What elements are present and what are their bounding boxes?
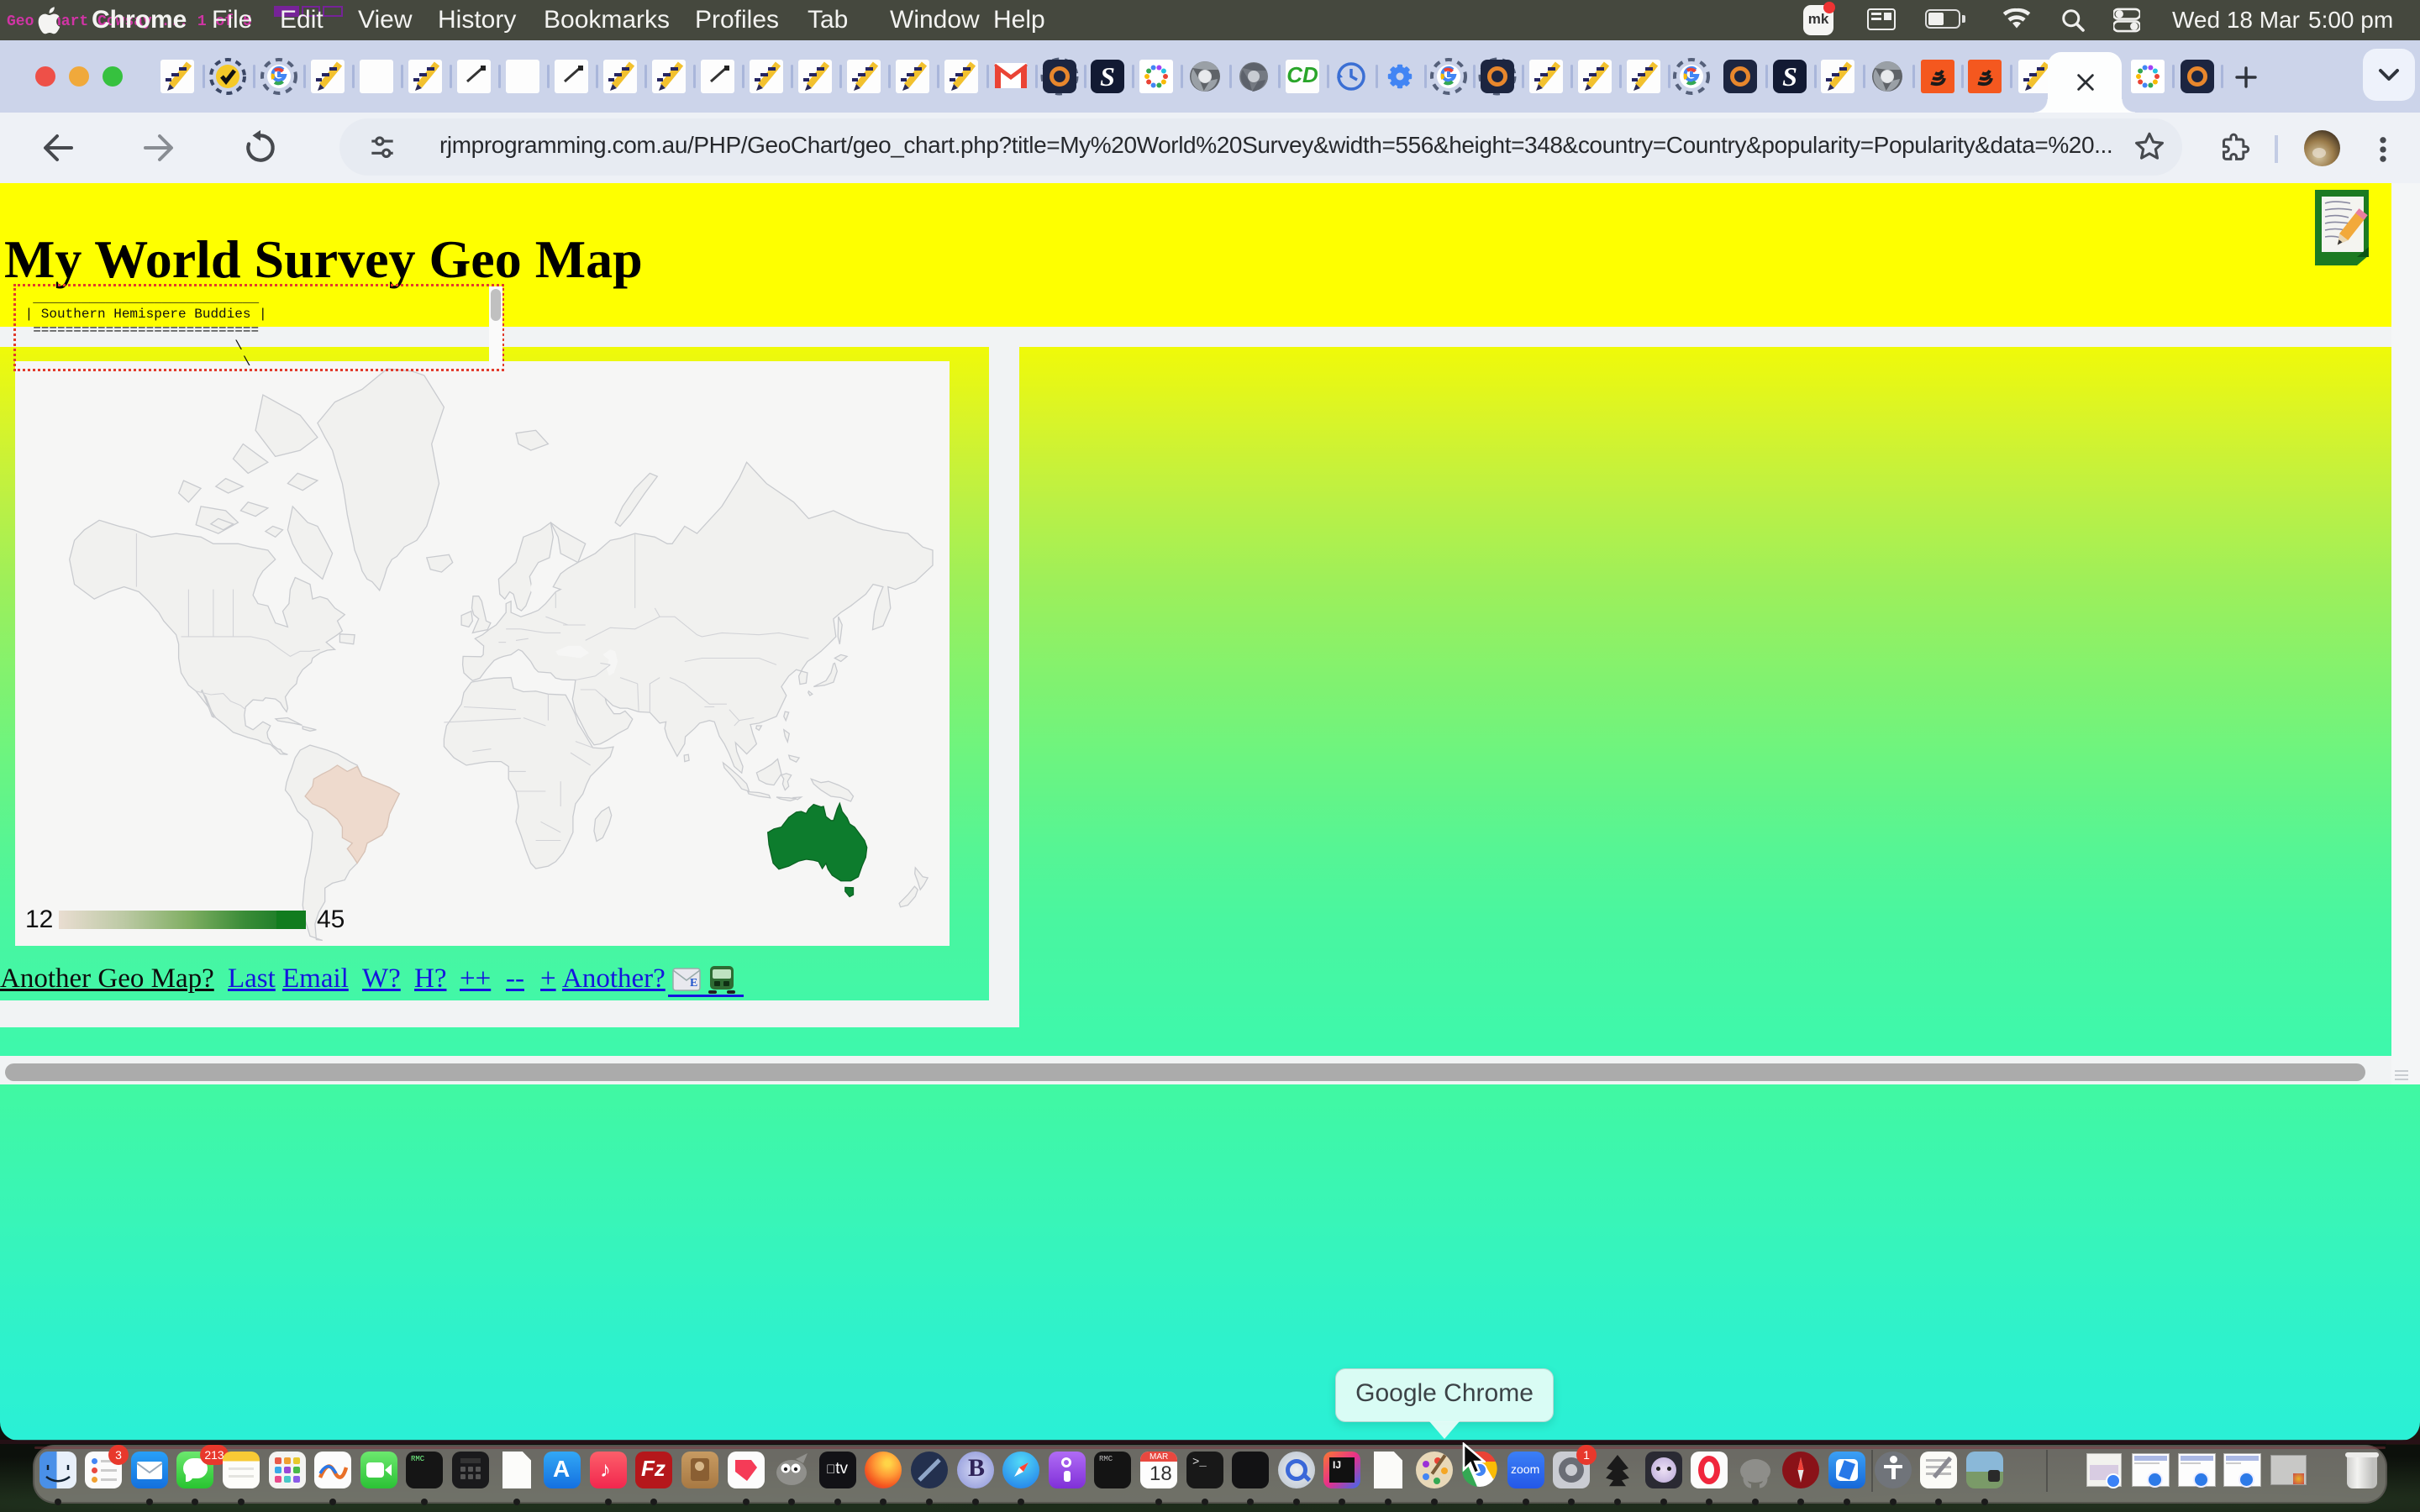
svg-text:E: E — [690, 977, 697, 990]
